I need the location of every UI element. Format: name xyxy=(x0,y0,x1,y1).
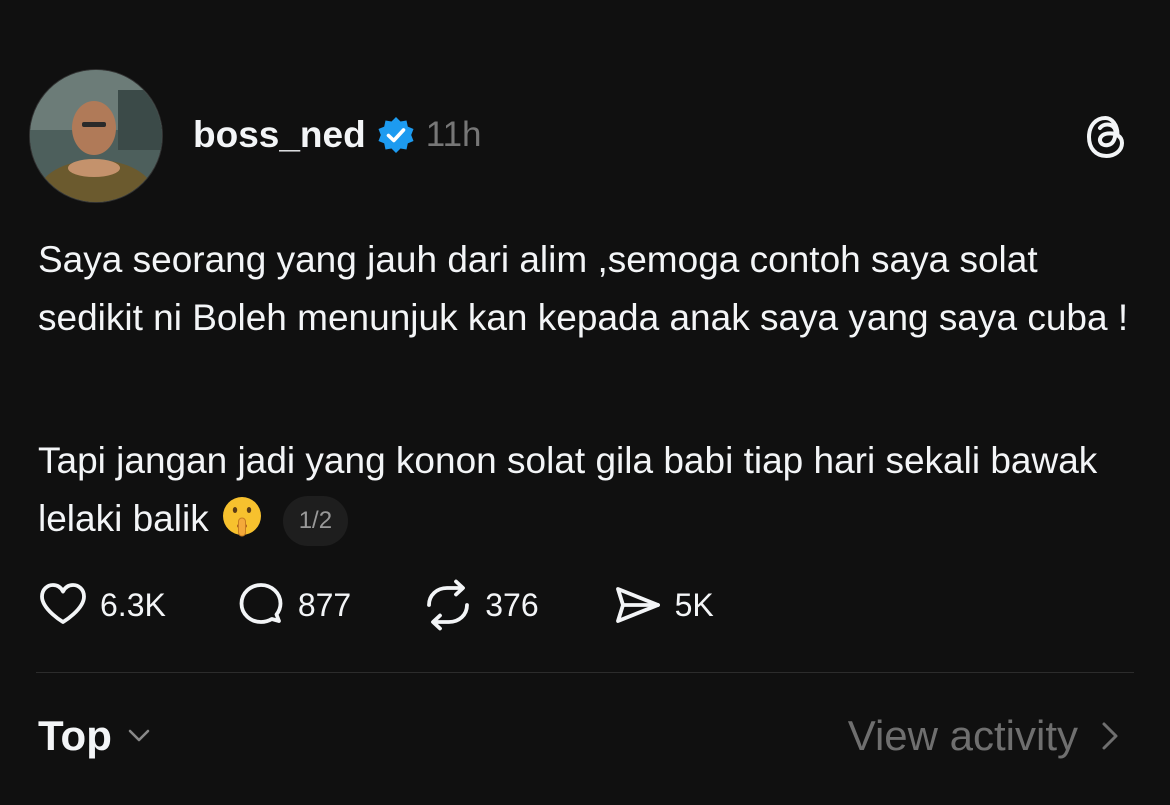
like-button[interactable]: 6.3K xyxy=(36,578,166,632)
post-text-paragraph-1: Saya seorang yang jauh dari alim ,semoga… xyxy=(38,239,1129,338)
shushing-face-emoji xyxy=(222,497,261,537)
carousel-page-indicator: 1/2 xyxy=(282,496,349,547)
divider xyxy=(36,672,1134,673)
view-activity-button[interactable]: View activity xyxy=(848,712,1122,760)
threads-logo-icon[interactable] xyxy=(1082,112,1132,162)
share-button[interactable]: 5K xyxy=(611,578,714,632)
heart-icon xyxy=(40,583,86,624)
send-icon xyxy=(615,587,660,623)
chevron-right-icon xyxy=(1102,722,1118,750)
timestamp: 11h xyxy=(425,115,482,154)
verified-badge-icon xyxy=(378,117,414,153)
avatar[interactable] xyxy=(30,70,162,202)
sort-dropdown[interactable]: Top xyxy=(38,712,154,760)
comment-icon xyxy=(239,583,283,624)
view-activity-label: View activity xyxy=(847,712,1078,759)
comment-count: 877 xyxy=(297,586,352,623)
post-header: boss_ned 11h xyxy=(193,110,482,160)
repost-icon xyxy=(427,579,470,631)
repost-button[interactable]: 376 xyxy=(421,578,539,632)
post-text-paragraph-2: Tapi jangan jadi yang konon solat gila b… xyxy=(38,432,1138,548)
like-count: 6.3K xyxy=(100,586,166,623)
share-count: 5K xyxy=(674,586,714,623)
chevron-down-icon xyxy=(128,729,150,742)
action-bar: 6.3K 877 376 5K xyxy=(36,578,714,632)
post-text-line: Tapi jangan jadi yang konon solat gila b… xyxy=(38,440,1098,539)
sort-label: Top xyxy=(38,712,112,759)
repost-count: 376 xyxy=(485,586,539,623)
comment-button[interactable]: 877 xyxy=(234,578,351,632)
username[interactable]: boss_ned xyxy=(193,114,366,156)
